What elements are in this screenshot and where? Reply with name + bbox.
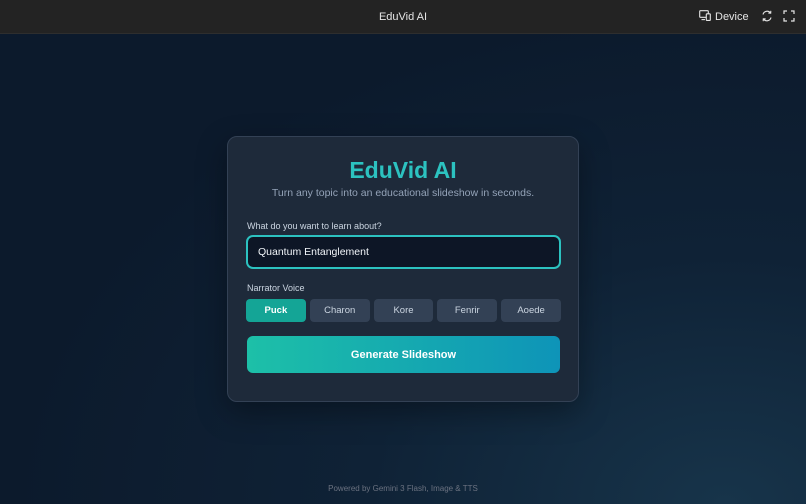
voice-label: Narrator Voice [247,283,305,293]
topic-input[interactable] [246,235,561,269]
app-title: EduVid AI [378,11,428,23]
voice-option-fenrir[interactable]: Fenrir [437,299,498,322]
generator-card: EduVid AI Turn any topic into an educati… [227,136,579,402]
voice-option-aoede[interactable]: Aoede [501,299,561,322]
fullscreen-icon[interactable] [783,10,795,22]
footer-credit: Powered by Gemini 3 Flash, Image & TTS [328,484,478,493]
hero-title: EduVid AI [349,157,457,183]
device-button[interactable]: Device [699,9,749,25]
topic-label: What do you want to learn about? [247,221,382,231]
generate-slideshow-button[interactable]: Generate Slideshow [247,336,560,373]
subtitle: Turn any topic into an educational slide… [271,187,535,199]
device-icon [699,10,711,24]
voice-option-puck[interactable]: Puck [246,299,306,322]
top-bar: EduVid AI Device [0,0,806,34]
voice-selector: Puck Charon Kore Fenrir Aoede [246,299,561,322]
voice-option-kore[interactable]: Kore [373,299,434,322]
rotate-icon[interactable] [761,10,773,22]
device-label: Device [715,11,749,23]
voice-option-charon[interactable]: Charon [309,299,370,322]
